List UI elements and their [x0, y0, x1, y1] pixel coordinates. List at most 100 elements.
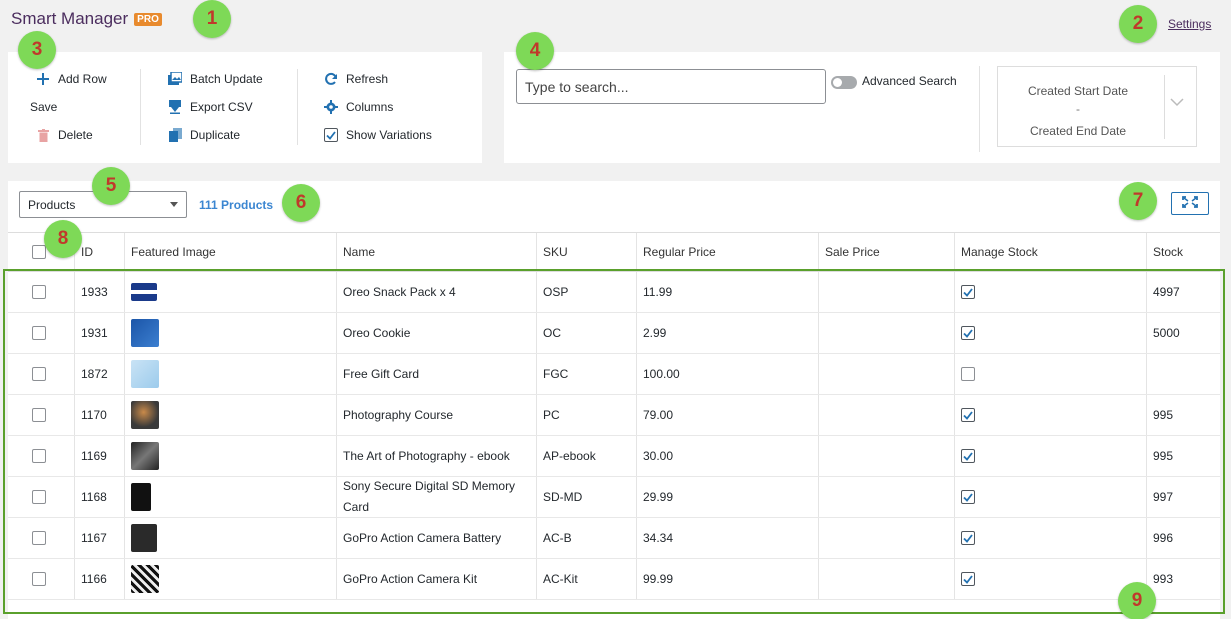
row-checkbox[interactable]	[32, 572, 46, 586]
cell-sale-price[interactable]	[819, 436, 955, 476]
cell-stock[interactable]: 995	[1147, 395, 1220, 435]
column-header-manage-stock[interactable]: Manage Stock	[955, 233, 1147, 271]
table-row[interactable]: 1167 GoPro Action Camera Battery AC-B 34.34…	[8, 518, 1220, 559]
column-header-regular-price[interactable]: Regular Price	[637, 233, 819, 271]
cell-id[interactable]: 1872	[75, 354, 125, 394]
cell-sku[interactable]: AC-B	[537, 518, 637, 558]
cell-sale-price[interactable]	[819, 518, 955, 558]
column-header-name[interactable]: Name	[337, 233, 537, 271]
cell-id[interactable]: 1167	[75, 518, 125, 558]
cell-image[interactable]	[125, 272, 337, 312]
manage-stock-checkbox[interactable]	[961, 572, 975, 586]
cell-name[interactable]: GoPro Action Camera Kit	[337, 559, 537, 599]
cell-select[interactable]	[8, 518, 75, 558]
cell-select[interactable]	[8, 477, 75, 517]
cell-regular-price[interactable]: 79.00	[637, 395, 819, 435]
manage-stock-checkbox[interactable]	[961, 490, 975, 504]
cell-id[interactable]: 1933	[75, 272, 125, 312]
cell-manage-stock[interactable]	[955, 559, 1147, 599]
columns-button[interactable]: Columns	[324, 100, 393, 114]
settings-link[interactable]: Settings	[1168, 17, 1211, 31]
cell-sku[interactable]: AP-ebook	[537, 436, 637, 476]
cell-name[interactable]: Oreo Snack Pack x 4	[337, 272, 537, 312]
cell-stock[interactable]: 4997	[1147, 272, 1220, 312]
add-row-button[interactable]: Add Row	[36, 72, 107, 86]
delete-button[interactable]: Delete	[36, 128, 93, 142]
cell-sale-price[interactable]	[819, 272, 955, 312]
cell-regular-price[interactable]: 34.34	[637, 518, 819, 558]
table-row[interactable]: 1169 The Art of Photography - ebook AP-ebo…	[8, 436, 1220, 477]
batch-update-button[interactable]: Batch Update	[168, 72, 263, 86]
manage-stock-checkbox[interactable]	[961, 531, 975, 545]
table-row[interactable]: 1872 Free Gift Card FGC 100.00	[8, 354, 1220, 395]
created-start-date[interactable]: Created Start Date	[998, 84, 1158, 98]
manage-stock-checkbox[interactable]	[961, 326, 975, 340]
cell-regular-price[interactable]: 11.99	[637, 272, 819, 312]
cell-manage-stock[interactable]	[955, 313, 1147, 353]
cell-name[interactable]: Free Gift Card	[337, 354, 537, 394]
advanced-search-toggle[interactable]	[831, 76, 857, 89]
manage-stock-checkbox[interactable]	[961, 449, 975, 463]
cell-select[interactable]	[8, 354, 75, 394]
manage-stock-checkbox[interactable]	[961, 367, 975, 381]
column-header-stock[interactable]: Stock	[1147, 233, 1220, 271]
cell-id[interactable]: 1168	[75, 477, 125, 517]
cell-sku[interactable]: OC	[537, 313, 637, 353]
cell-regular-price[interactable]: 29.99	[637, 477, 819, 517]
show-variations-checkbox[interactable]	[324, 128, 338, 142]
row-checkbox[interactable]	[32, 326, 46, 340]
row-checkbox[interactable]	[32, 531, 46, 545]
cell-id[interactable]: 1170	[75, 395, 125, 435]
cell-stock[interactable]	[1147, 354, 1220, 394]
manage-stock-checkbox[interactable]	[961, 408, 975, 422]
cell-sku[interactable]: SD-MD	[537, 477, 637, 517]
cell-image[interactable]	[125, 518, 337, 558]
cell-manage-stock[interactable]	[955, 272, 1147, 312]
cell-sale-price[interactable]	[819, 559, 955, 599]
cell-stock[interactable]: 995	[1147, 436, 1220, 476]
chevron-down-icon[interactable]	[1170, 96, 1184, 110]
cell-sku[interactable]: PC	[537, 395, 637, 435]
cell-image[interactable]	[125, 313, 337, 353]
save-button[interactable]: Save	[30, 100, 57, 114]
cell-manage-stock[interactable]	[955, 477, 1147, 517]
table-row[interactable]: 1168 Sony Secure Digital SD Memory Card SD…	[8, 477, 1220, 518]
select-all-checkbox[interactable]	[32, 245, 46, 259]
cell-sale-price[interactable]	[819, 395, 955, 435]
cell-id[interactable]: 1166	[75, 559, 125, 599]
cell-manage-stock[interactable]	[955, 518, 1147, 558]
row-checkbox[interactable]	[32, 408, 46, 422]
cell-select[interactable]	[8, 395, 75, 435]
cell-sale-price[interactable]	[819, 477, 955, 517]
duplicate-button[interactable]: Duplicate	[168, 128, 240, 142]
date-range-picker[interactable]: Created Start Date - Created End Date	[997, 66, 1197, 147]
cell-sku[interactable]: OSP	[537, 272, 637, 312]
cell-manage-stock[interactable]	[955, 436, 1147, 476]
cell-regular-price[interactable]: 2.99	[637, 313, 819, 353]
manage-stock-checkbox[interactable]	[961, 285, 975, 299]
column-header-id[interactable]: ID	[75, 233, 125, 271]
cell-regular-price[interactable]: 30.00	[637, 436, 819, 476]
cell-sku[interactable]: AC-Kit	[537, 559, 637, 599]
cell-stock[interactable]: 996	[1147, 518, 1220, 558]
fullscreen-button[interactable]	[1171, 192, 1209, 215]
table-row[interactable]: 1931 Oreo Cookie OC 2.99 5000	[8, 313, 1220, 354]
cell-image[interactable]	[125, 354, 337, 394]
cell-select[interactable]	[8, 272, 75, 312]
cell-image[interactable]	[125, 477, 337, 517]
row-checkbox[interactable]	[32, 490, 46, 504]
column-header-featured-image[interactable]: Featured Image	[125, 233, 337, 271]
cell-name[interactable]: Sony Secure Digital SD Memory Card	[337, 477, 537, 517]
cell-regular-price[interactable]: 100.00	[637, 354, 819, 394]
export-csv-button[interactable]: Export CSV	[168, 100, 253, 114]
table-row[interactable]: 1166 GoPro Action Camera Kit AC-Kit 99.99 99…	[8, 559, 1220, 600]
cell-select[interactable]	[8, 436, 75, 476]
cell-stock[interactable]: 993	[1147, 559, 1220, 599]
cell-image[interactable]	[125, 559, 337, 599]
cell-manage-stock[interactable]	[955, 354, 1147, 394]
row-checkbox[interactable]	[32, 367, 46, 381]
refresh-button[interactable]: Refresh	[324, 72, 388, 86]
row-checkbox[interactable]	[32, 449, 46, 463]
cell-sale-price[interactable]	[819, 354, 955, 394]
cell-stock[interactable]: 997	[1147, 477, 1220, 517]
